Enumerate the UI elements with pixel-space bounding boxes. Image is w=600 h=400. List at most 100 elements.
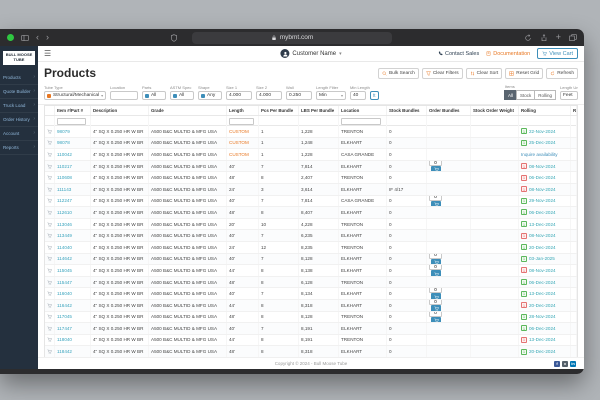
col-item[interactable]: Item #/Part # bbox=[55, 106, 91, 115]
items-stock-button[interactable]: Stock bbox=[515, 90, 536, 100]
table-row[interactable]: 117045 4" SQ X 0.250 HR W BR A500 B&C MU… bbox=[45, 311, 577, 324]
rolling-status-badge[interactable]: 1 bbox=[521, 313, 527, 320]
add-to-cart-icon[interactable] bbox=[47, 256, 52, 261]
tabs-overview-icon[interactable] bbox=[569, 33, 577, 42]
col-stock-bundles[interactable]: Stock Bundles bbox=[387, 106, 427, 115]
table-row[interactable]: 116442 4" SQ X 0.250 HR W BR A500 B&C MU… bbox=[45, 299, 577, 312]
col-stock-order-weight[interactable]: Stock Order Weight bbox=[471, 106, 519, 115]
order-quantity-input[interactable] bbox=[429, 253, 442, 259]
order-quantity-input[interactable] bbox=[429, 288, 442, 294]
order-quantity-input[interactable] bbox=[429, 299, 442, 305]
rolling-date-link[interactable]: 08-Nov-2024 bbox=[529, 164, 556, 169]
add-to-cart-icon[interactable] bbox=[47, 326, 52, 331]
length-filter-select[interactable]: Min ▾ bbox=[316, 91, 346, 100]
sidebar-item-quote-builder[interactable]: Quote Builder › bbox=[0, 85, 38, 99]
add-to-cart-icon[interactable] bbox=[47, 268, 52, 273]
add-to-cart-icon[interactable] bbox=[47, 314, 52, 319]
table-row[interactable]: 110608 4" SQ X 0.250 HR W BR A500 B&C MU… bbox=[45, 172, 577, 184]
add-to-cart-icon[interactable] bbox=[47, 337, 52, 343]
item-number-link[interactable]: 110042 bbox=[57, 152, 72, 157]
add-order-button[interactable] bbox=[431, 304, 441, 311]
reset-grid-button[interactable]: Reset Grid bbox=[505, 67, 544, 79]
item-number-link[interactable]: 114040 bbox=[57, 245, 72, 250]
sidebar-item-account[interactable]: Account › bbox=[0, 127, 38, 141]
rolling-status-badge[interactable]: 1 bbox=[521, 186, 527, 193]
table-row[interactable]: 116040 4" SQ X 0.250 HR W BR A500 B&C MU… bbox=[45, 288, 577, 300]
rolling-date-link[interactable]: 13-Dec-2024 bbox=[529, 222, 556, 227]
facebook-icon[interactable]: f bbox=[554, 360, 560, 367]
rolling-status-badge[interactable]: 1 bbox=[521, 163, 527, 170]
location-filter-input[interactable] bbox=[110, 91, 138, 100]
clear-sort-button[interactable]: Clear Sort bbox=[465, 67, 503, 79]
rolling-date-link[interactable]: 22-Nov-2024 bbox=[529, 129, 556, 134]
location-column-filter-input[interactable] bbox=[341, 117, 381, 125]
add-order-button[interactable] bbox=[431, 293, 441, 299]
item-number-link[interactable]: 118040 bbox=[57, 337, 72, 342]
item-number-link[interactable]: 116040 bbox=[57, 291, 72, 296]
rolling-status-badge[interactable]: 1 bbox=[521, 325, 527, 332]
rolling-status-badge[interactable]: 1 bbox=[521, 209, 527, 216]
col-location[interactable]: Location bbox=[339, 106, 387, 115]
x-twitter-icon[interactable]: x bbox=[562, 360, 568, 367]
rolling-date-link[interactable]: Inquire availability bbox=[521, 152, 558, 157]
table-row[interactable]: 110042 4" SQ X 0.250 HR W BR A500 B&C MU… bbox=[45, 149, 577, 161]
privacy-shield-icon[interactable] bbox=[170, 33, 178, 42]
rolling-date-link[interactable]: 20-Dec-2024 bbox=[529, 245, 556, 250]
share-icon[interactable] bbox=[540, 33, 548, 42]
item-number-link[interactable]: 118442 bbox=[57, 349, 72, 354]
table-row[interactable]: 118442 4" SQ X 0.250 HR W BR A500 B&C MU… bbox=[45, 346, 577, 357]
rolling-status-badge[interactable]: 1 bbox=[521, 139, 527, 146]
length-column-filter-input[interactable] bbox=[229, 117, 254, 125]
item-number-link[interactable]: 116442 bbox=[57, 303, 72, 308]
add-to-cart-icon[interactable] bbox=[47, 233, 52, 238]
shape-select[interactable]: Any bbox=[198, 91, 222, 100]
rolling-status-badge[interactable]: 1 bbox=[521, 336, 527, 343]
sidebar-item-reports[interactable]: Reports › bbox=[0, 141, 38, 155]
order-quantity-input[interactable] bbox=[429, 311, 442, 317]
add-to-cart-icon[interactable] bbox=[47, 198, 52, 203]
sidebar-item-truck-load[interactable]: Truck Load › bbox=[0, 99, 38, 113]
new-tab-icon[interactable]: + bbox=[556, 33, 561, 42]
min-length-input[interactable] bbox=[350, 91, 366, 100]
add-to-cart-icon[interactable] bbox=[47, 210, 52, 215]
rolling-status-badge[interactable]: 1 bbox=[521, 128, 527, 135]
rolling-status-badge[interactable]: 1 bbox=[521, 197, 527, 204]
sidebar-item-products[interactable]: Products › bbox=[0, 71, 38, 85]
table-row[interactable]: 113449 4" SQ X 0.250 HR W BR A500 B&C MU… bbox=[45, 230, 577, 242]
wall-input[interactable] bbox=[286, 91, 312, 100]
add-to-cart-icon[interactable] bbox=[47, 187, 52, 192]
refresh-button[interactable]: Refresh bbox=[546, 67, 578, 79]
add-to-cart-icon[interactable] bbox=[47, 129, 52, 134]
order-quantity-input[interactable] bbox=[429, 195, 442, 201]
address-bar[interactable]: mybmt.com bbox=[192, 31, 392, 44]
rolling-date-link[interactable]: 06-Dec-2024 bbox=[529, 175, 556, 180]
reload-icon[interactable] bbox=[524, 33, 532, 42]
rolling-date-link[interactable]: 28-Nov-2024 bbox=[529, 314, 556, 319]
rolling-date-link[interactable]: 20-Dec-2024 bbox=[529, 303, 556, 308]
item-number-link[interactable]: 110217 bbox=[57, 164, 72, 169]
size-1-input[interactable] bbox=[226, 91, 252, 100]
order-quantity-input[interactable] bbox=[429, 160, 442, 166]
table-row[interactable]: 114642 4" SQ X 0.250 HR W BR A500 B&C MU… bbox=[45, 253, 577, 266]
add-to-cart-icon[interactable] bbox=[47, 303, 52, 308]
table-row[interactable]: 110217 4" SQ X 0.250 HR W BR A500 B&C MU… bbox=[45, 160, 577, 173]
add-to-cart-icon[interactable] bbox=[47, 222, 52, 227]
length-unit-toggle[interactable]: ft bbox=[370, 91, 379, 100]
documentation-link[interactable]: Documentation bbox=[486, 51, 530, 57]
sidebar-item-order-history[interactable]: Order History › bbox=[0, 113, 38, 127]
col-pcs-per-bundle[interactable]: Pcs Per Bundle bbox=[259, 106, 299, 115]
table-row[interactable]: 118040 4" SQ X 0.250 HR W BR A500 B&C MU… bbox=[45, 334, 577, 347]
contact-sales-link[interactable]: Contact Sales bbox=[438, 51, 479, 57]
rolling-date-link[interactable]: 13-Dec-2024 bbox=[529, 291, 556, 296]
parts-select[interactable]: All bbox=[142, 91, 166, 100]
clear-filters-button[interactable]: Clear Filters bbox=[421, 67, 463, 79]
rolling-status-badge[interactable]: 1 bbox=[521, 267, 527, 274]
add-to-cart-icon[interactable] bbox=[47, 280, 52, 285]
size-2-input[interactable] bbox=[256, 91, 282, 100]
rolling-date-link[interactable]: 08-Nov-2024 bbox=[529, 233, 556, 238]
items-rolling-button[interactable]: Rolling bbox=[534, 90, 556, 100]
back-button[interactable]: ‹ bbox=[36, 33, 39, 42]
col-lbs-per-bundle[interactable]: LBS Per Bundle bbox=[299, 106, 339, 115]
rolling-date-link[interactable]: 08-Nov-2024 bbox=[529, 187, 556, 192]
add-to-cart-icon[interactable] bbox=[47, 349, 52, 354]
